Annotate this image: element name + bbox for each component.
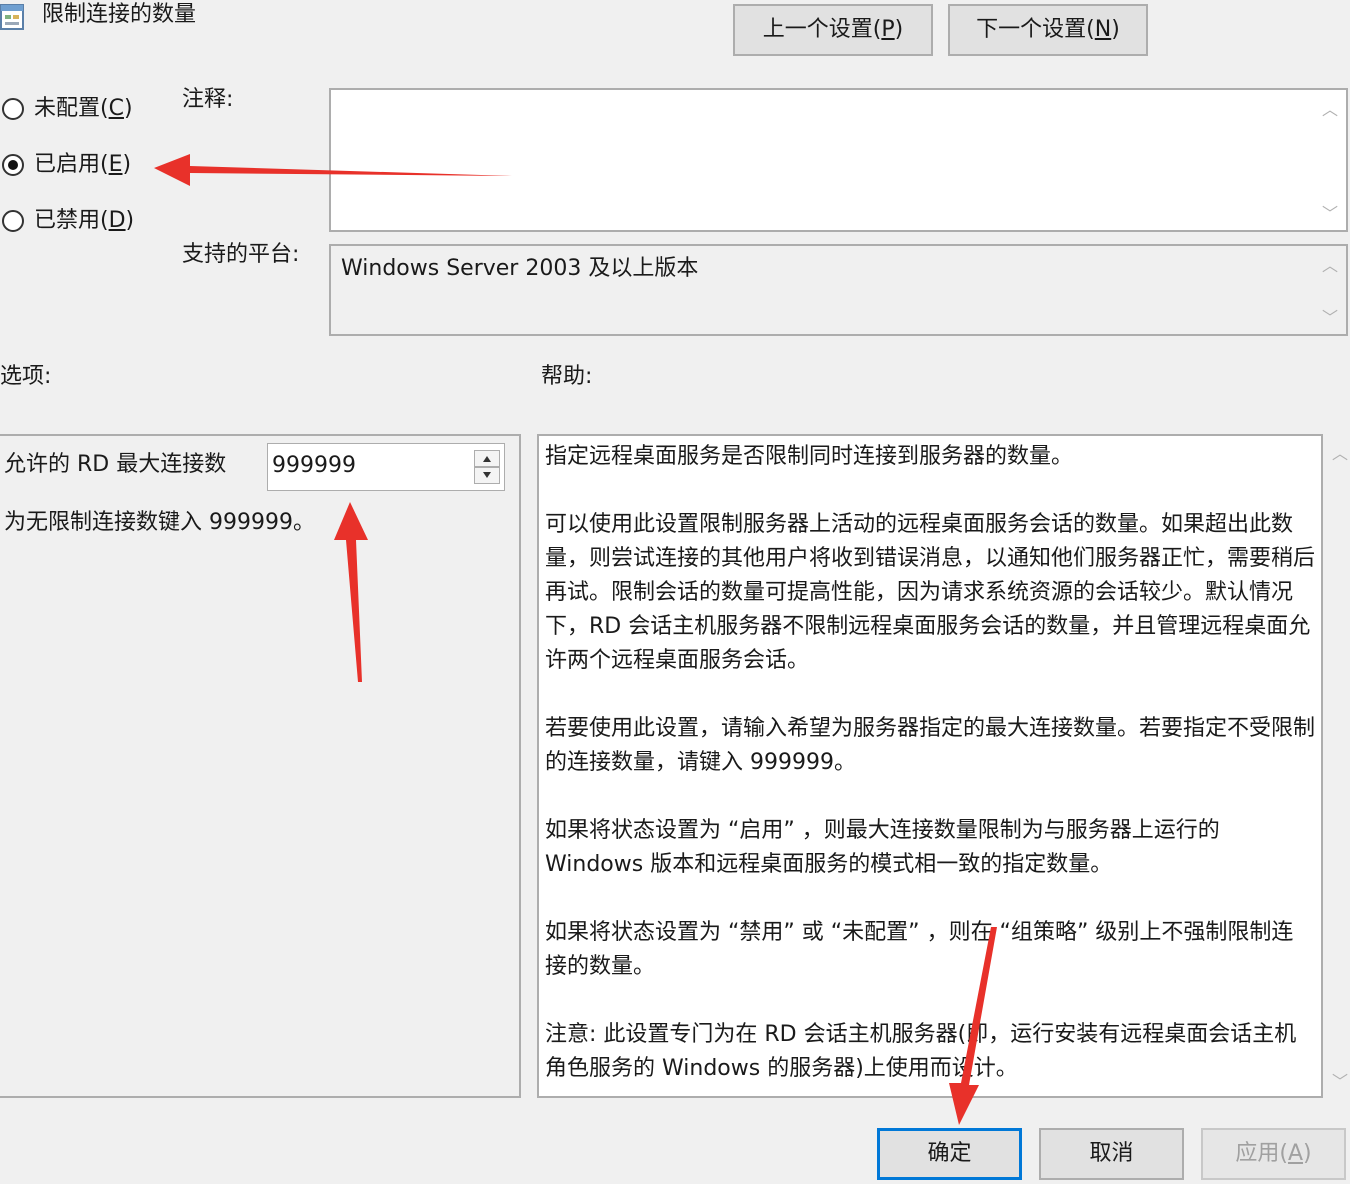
options-section-label: 选项:	[0, 364, 52, 389]
platform-label: 支持的平台:	[182, 242, 300, 267]
scroll-down-icon[interactable]: ﹀	[1318, 200, 1342, 224]
platform-readonly-box: Windows Server 2003 及以上版本 ︿ ﹀	[329, 244, 1348, 336]
max-connections-label: 允许的 RD 最大连接数	[4, 452, 227, 477]
window-icon	[0, 2, 26, 32]
help-paragraph: 指定远程桌面服务是否限制同时连接到服务器的数量。	[545, 444, 1074, 469]
spin-up-icon[interactable]	[474, 450, 500, 467]
radio-disabled-label: 已禁用(D)	[34, 208, 135, 233]
radio-not-configured-label: 未配置(C)	[34, 96, 133, 121]
help-paragraph: 可以使用此设置限制服务器上活动的远程桌面服务会话的数量。如果超出此数量，则尝试连…	[545, 512, 1316, 673]
help-paragraph: 如果将状态设置为 “启用” ，则最大连接数量限制为与服务器上运行的 Window…	[545, 818, 1220, 877]
help-scroll-down-icon[interactable]: ﹀	[1328, 1068, 1350, 1092]
radio-enabled[interactable]: 已启用(E)	[0, 150, 160, 182]
scroll-up-icon[interactable]: ︿	[1318, 252, 1342, 276]
window-title: 限制连接的数量	[42, 2, 197, 27]
previous-setting-button[interactable]: 上一个设置(P)	[733, 4, 933, 56]
scroll-down-icon[interactable]: ﹀	[1318, 304, 1342, 328]
help-paragraph: 若要使用此设置，请输入希望为服务器指定的最大连接数量。若要指定不受限制的连接数量…	[545, 716, 1316, 775]
radio-disabled[interactable]: 已禁用(D)	[0, 206, 160, 238]
help-panel: 指定远程桌面服务是否限制同时连接到服务器的数量。 可以使用此设置限制服务器上活动…	[537, 434, 1323, 1098]
next-setting-accel: N	[1094, 17, 1112, 42]
ok-button[interactable]: 确定	[877, 1128, 1022, 1180]
radio-circle[interactable]	[2, 98, 24, 120]
apply-label: 应用(	[1235, 1141, 1288, 1166]
comment-textarea[interactable]: ︿ ﹀	[329, 88, 1348, 232]
radio-not-configured[interactable]: 未配置(C)	[0, 94, 160, 126]
radio-enabled-label: 已启用(E)	[34, 152, 132, 177]
spin-down-icon[interactable]	[474, 467, 500, 484]
max-connections-input[interactable]: 999999	[272, 451, 356, 481]
max-connections-hint: 为无限制连接数键入 999999。	[4, 510, 315, 535]
previous-setting-label: 上一个设置(	[762, 17, 882, 42]
help-paragraph: 如果将状态设置为 “禁用” 或 “未配置” ，则在 “组策略” 级别上不强制限制…	[545, 920, 1294, 979]
radio-circle[interactable]	[2, 210, 24, 232]
comment-label: 注释:	[182, 87, 234, 112]
comment-value	[331, 90, 1346, 102]
radio-circle[interactable]	[2, 154, 24, 176]
platform-value: Windows Server 2003 及以上版本	[341, 256, 699, 281]
help-paragraph: 注意: 此设置专门为在 RD 会话主机服务器(即，运行安装有远程桌面会话主机角色…	[545, 1022, 1297, 1081]
scroll-up-icon[interactable]: ︿	[1318, 96, 1342, 120]
options-panel: 允许的 RD 最大连接数 999999 为无限制连接数键入 999999。	[0, 434, 521, 1098]
previous-setting-accel: P	[881, 17, 895, 42]
apply-accel: A	[1287, 1141, 1304, 1166]
apply-button: 应用(A)	[1201, 1128, 1346, 1180]
help-scroll-up-icon[interactable]: ︿	[1328, 440, 1350, 464]
cancel-button[interactable]: 取消	[1039, 1128, 1184, 1180]
max-connections-spinbox[interactable]: 999999	[267, 443, 505, 491]
next-setting-button[interactable]: 下一个设置(N)	[948, 4, 1148, 56]
help-section-label: 帮助:	[541, 364, 593, 389]
next-setting-label: 下一个设置(	[976, 17, 1095, 42]
